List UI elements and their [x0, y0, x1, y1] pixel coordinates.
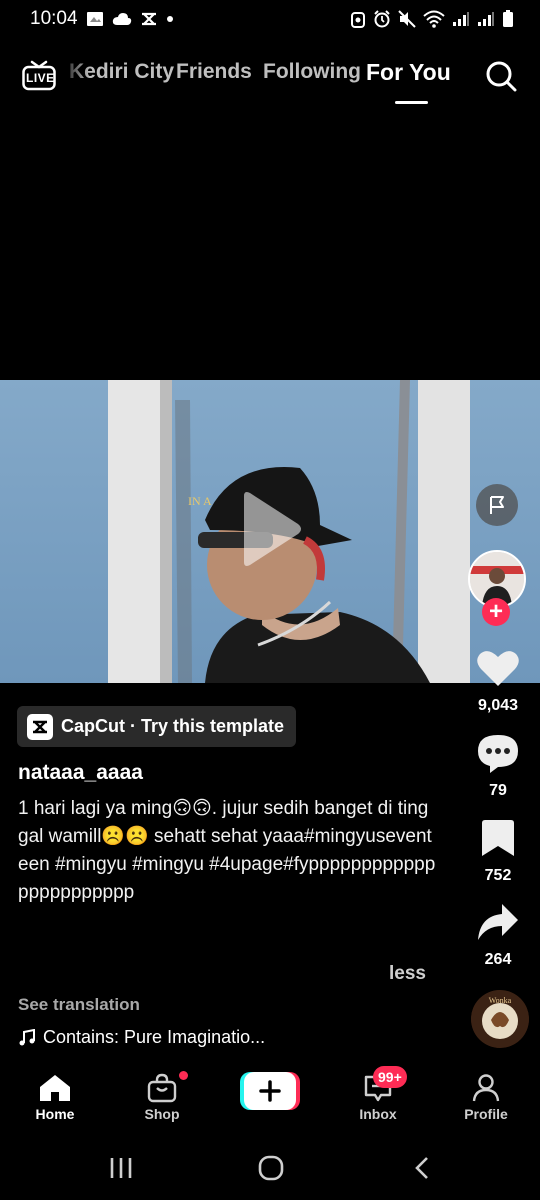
nav-profile[interactable]: Profile [441, 1073, 531, 1122]
battery-saver-icon [351, 12, 365, 28]
share-icon [478, 904, 518, 940]
home-icon [40, 1075, 70, 1101]
comment-icon [478, 735, 518, 773]
status-bar: 10:04 [0, 0, 540, 40]
tab-following[interactable]: Following [263, 60, 361, 84]
music-disc[interactable]: Wonka [471, 990, 529, 1048]
capcut-status-icon [142, 12, 156, 26]
profile-icon [472, 1074, 500, 1102]
less-link[interactable]: less [389, 963, 426, 985]
bookmark-icon [482, 820, 514, 856]
comment-count: 79 [489, 782, 507, 799]
search-icon [486, 61, 517, 92]
music-disc-image: Wonka [471, 990, 529, 1048]
back-icon[interactable] [410, 1155, 436, 1181]
battery-icon [503, 10, 513, 27]
capcut-template-chip[interactable]: CapCut · Try this template [17, 706, 297, 747]
share-button[interactable]: 264 [468, 902, 528, 969]
status-time: 10:04 [30, 8, 78, 29]
signal-icon-2 [478, 12, 494, 26]
active-tab-indicator [395, 101, 428, 104]
svg-text:Wonka: Wonka [489, 996, 512, 1005]
nav-inbox-label: Inbox [359, 1106, 397, 1122]
like-button[interactable]: 9,043 [468, 648, 528, 715]
cloud-icon [112, 13, 132, 25]
create-plus-icon [240, 1072, 300, 1110]
follow-button[interactable]: + [482, 598, 510, 626]
nav-home-label: Home [35, 1106, 75, 1122]
play-button[interactable] [236, 490, 304, 568]
share-count: 264 [484, 951, 512, 968]
music-label: Contains: Pure Imaginatio... [43, 1027, 266, 1047]
music-note-icon [19, 1028, 35, 1045]
plus-icon: + [488, 598, 503, 625]
shopping-bag-icon [147, 1073, 177, 1103]
heart-icon [477, 651, 519, 686]
tab-fade-overlay [56, 56, 90, 96]
save-button[interactable]: 752 [468, 818, 528, 885]
comment-button[interactable]: 79 [468, 733, 528, 800]
notification-image-icon [87, 12, 103, 26]
inbox-badge: 99+ [373, 1066, 407, 1088]
see-translation-link[interactable]: See translation [18, 995, 140, 1015]
nav-shop-label: Shop [144, 1106, 180, 1122]
capcut-icon [27, 713, 53, 740]
template-label: CapCut · Try this template [61, 716, 285, 736]
tab-friends[interactable]: Friends [176, 60, 252, 84]
save-count: 752 [484, 867, 512, 884]
wifi-icon [423, 10, 445, 28]
live-button[interactable]: LIVE [22, 60, 56, 91]
dot-icon [167, 16, 173, 22]
live-label: LIVE [26, 71, 55, 85]
post-caption: 1 hari lagi ya ming🙃🙃. jujur sedih bange… [18, 798, 436, 903]
video-caption-overlay: IN A [188, 494, 212, 508]
create-button[interactable] [240, 1072, 300, 1110]
home-system-icon[interactable] [257, 1155, 285, 1181]
play-icon [244, 492, 301, 566]
status-right-icons [350, 10, 514, 28]
alarm-icon [374, 10, 390, 28]
recent-apps-icon[interactable] [108, 1155, 134, 1181]
creator-username[interactable]: nataaa_aaaa [18, 761, 143, 785]
nav-shop[interactable]: Shop [117, 1073, 207, 1122]
status-left-icons [86, 10, 174, 28]
system-navigation-bar [0, 1135, 540, 1200]
signal-icon-1 [453, 12, 469, 26]
nav-home[interactable]: Home [10, 1073, 100, 1122]
like-count: 9,043 [477, 697, 519, 714]
music-link[interactable]: Contains: Pure Imaginatio... [18, 1027, 265, 1048]
search-button[interactable] [484, 59, 518, 93]
mute-icon [398, 10, 416, 28]
nav-profile-label: Profile [464, 1106, 508, 1122]
tab-for-you[interactable]: For You [366, 59, 451, 86]
flag-icon [490, 496, 504, 514]
report-button[interactable] [476, 484, 518, 526]
shop-notification-dot [179, 1071, 188, 1080]
